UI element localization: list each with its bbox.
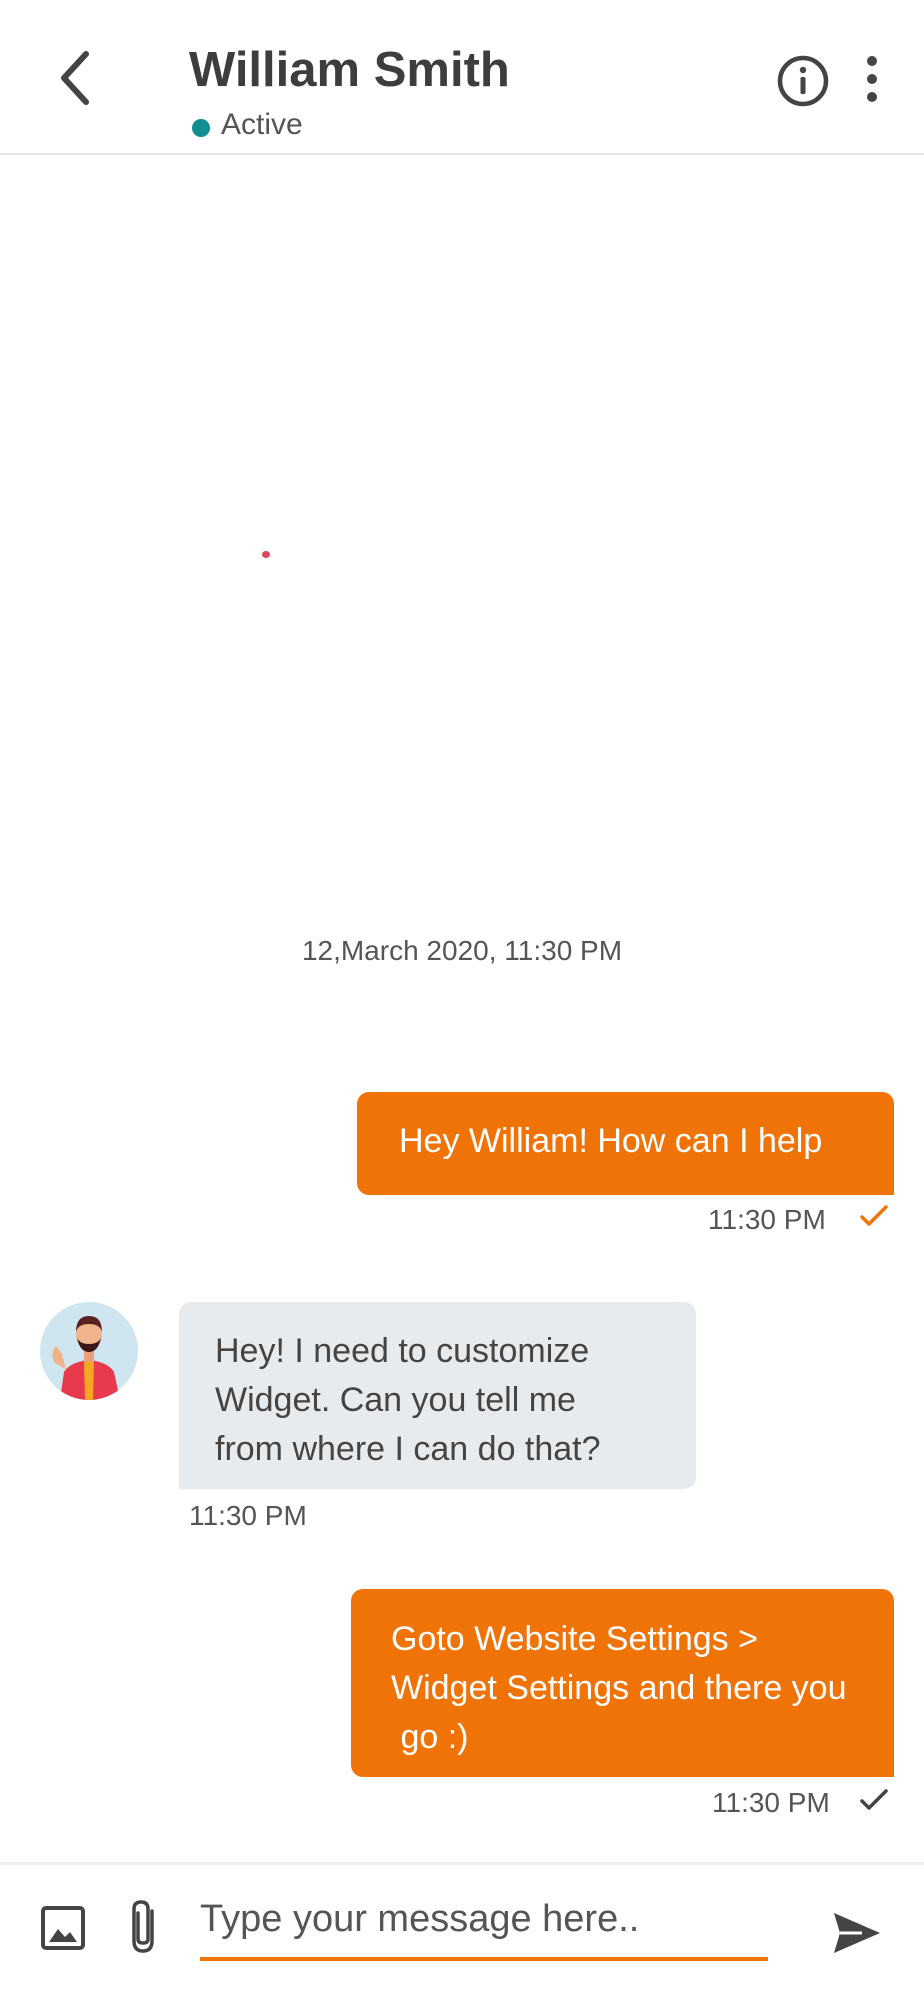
message-text-line: go :) xyxy=(391,1718,469,1756)
check-icon xyxy=(860,1789,888,1810)
back-arrow-icon[interactable] xyxy=(52,48,100,108)
more-vertical-icon[interactable] xyxy=(858,54,886,104)
chat-header: William Smith Active xyxy=(0,0,924,155)
message-text-line: Hey! I need to customize xyxy=(215,1332,590,1370)
paperclip-icon[interactable] xyxy=(124,1897,162,1957)
contact-status: Active xyxy=(221,108,303,141)
info-icon[interactable] xyxy=(776,54,830,108)
send-icon[interactable] xyxy=(832,1911,882,1955)
message-text-line: from where I can do that? xyxy=(215,1430,601,1468)
message-time: 11:30 PM xyxy=(712,1787,830,1818)
message-text-line: Goto Website Settings > xyxy=(391,1620,758,1658)
message-text-line: Widget. Can you tell me xyxy=(215,1381,576,1419)
message-composer xyxy=(0,1862,924,2003)
date-separator: 12,March 2020, 11:30 PM xyxy=(301,935,623,966)
message-time: 11:30 PM xyxy=(708,1204,826,1235)
contact-avatar[interactable] xyxy=(40,1302,138,1400)
active-status-dot xyxy=(192,119,210,137)
message-text-line: Hey William! How can I help xyxy=(399,1122,823,1160)
avatar-illustration xyxy=(40,1302,138,1400)
message-input[interactable] xyxy=(200,1881,768,1961)
outgoing-message[interactable]: Goto Website Settings > Widget Settings … xyxy=(351,1589,894,1777)
message-text-line: Widget Settings and there you xyxy=(391,1669,847,1707)
image-icon[interactable] xyxy=(40,1905,86,1951)
outgoing-message[interactable]: Hey William! How can I help xyxy=(357,1092,894,1195)
incoming-message[interactable]: Hey! I need to customize Widget. Can you… xyxy=(179,1302,696,1489)
decorative-dot xyxy=(262,551,270,558)
check-icon xyxy=(860,1205,888,1226)
contact-name: William Smith xyxy=(189,43,510,97)
message-time: 11:30 PM xyxy=(189,1500,307,1531)
